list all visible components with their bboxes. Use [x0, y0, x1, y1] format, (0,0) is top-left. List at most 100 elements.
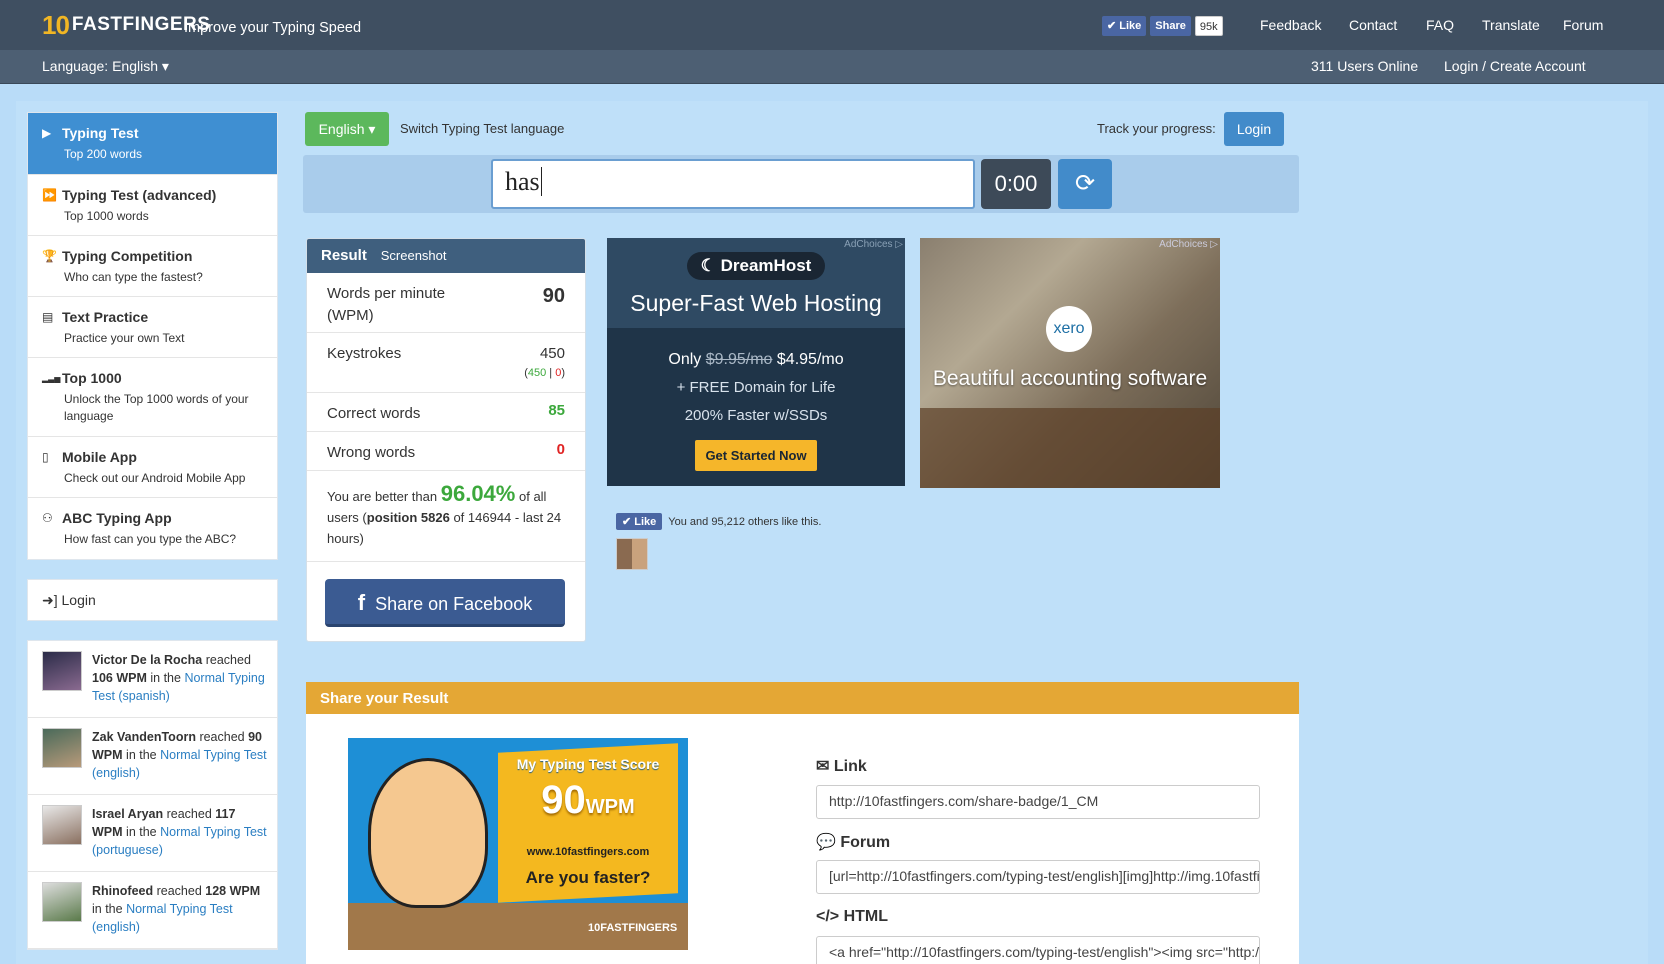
result-tab[interactable]: Result [321, 247, 367, 264]
sidebar-login[interactable]: ➜] Login [27, 579, 278, 621]
feed-wpm: 106 WPM [92, 671, 147, 685]
correct-words-label: Correct words [327, 405, 421, 422]
feed-wpm: 128 WPM [205, 884, 261, 898]
feed-user-name[interactable]: Victor De la Rocha [92, 653, 202, 667]
text-cursor [540, 167, 542, 196]
keystrokes-label: Keystrokes [327, 345, 402, 362]
avatar[interactable] [42, 651, 82, 691]
html-label-text: HTML [843, 908, 889, 925]
xero-ad[interactable]: AdChoices ▷ xero Beautiful accounting so… [920, 238, 1220, 488]
list-item: Rhinofeed reached 128 WPM in the Normal … [28, 872, 277, 949]
nav-feedback[interactable]: Feedback [1260, 17, 1321, 33]
sidebar-menu: ▶ Typing Test Top 200 words ⏩ Typing Test … [27, 112, 278, 560]
users-online: 311 Users Online [1311, 58, 1419, 74]
sidebar-item-abc-typing-app[interactable]: ⚇ ABC Typing App How fast can you type th… [28, 498, 277, 559]
nav-translate[interactable]: Translate [1482, 17, 1540, 33]
avatar[interactable] [42, 882, 82, 922]
sidebar-item-title: Mobile App [62, 449, 137, 465]
nav-faq[interactable]: FAQ [1426, 17, 1454, 33]
dreamhost-old-price: $9.95/mo [705, 351, 773, 368]
position-label: position 5826 [366, 510, 450, 525]
code-icon: </> [816, 908, 840, 925]
feed-in: in the [126, 825, 157, 839]
adchoices-label[interactable]: AdChoices ▷ [844, 239, 903, 250]
sidebar-login-label: Login [61, 592, 96, 608]
fb-share-button[interactable]: Share [1150, 16, 1191, 36]
sidebar-item-subtitle: Practice your own Text [64, 331, 185, 345]
timer-display: 0:00 [981, 159, 1051, 209]
typing-input-row: has 0:00 ⟳ [303, 155, 1299, 213]
switch-language-label: Switch Typing Test language [400, 121, 565, 136]
fb-like-button[interactable]: ✔ Like [616, 513, 663, 530]
language-selector[interactable]: Language: English ▾ [42, 58, 169, 75]
facebook-like-widget: ✔ Like Share 95k [1102, 16, 1223, 36]
trophy-icon: 🏆 [42, 249, 57, 263]
wrong-words-value: 0 [556, 441, 565, 458]
feed-user-name[interactable]: Rhinofeed [92, 884, 153, 898]
ad-background-image [920, 408, 1220, 488]
feed-reached: reached [166, 807, 212, 821]
keystrokes-correct: 450 [527, 367, 547, 379]
typing-input[interactable]: has [491, 159, 975, 209]
sidebar-item-top-1000[interactable]: ▂▃▅ Top 1000 Unlock the Top 1000 words of… [28, 358, 277, 437]
sidebar-item-typing-test[interactable]: ▶ Typing Test Top 200 words [28, 113, 277, 175]
result-panel: Result Screenshot Words per minute (WPM)… [306, 238, 586, 642]
facebook-icon: f [357, 590, 366, 615]
fb-like-button[interactable]: ✔ Like [1102, 16, 1147, 36]
forum-label: 💬 Forum [816, 832, 890, 852]
gamepad-icon: ⚇ [42, 511, 53, 525]
activity-feed: Victor De la Rocha reached 106 WPM in th… [27, 640, 278, 950]
dreamhost-ad[interactable]: AdChoices ▷ ☾ DreamHost Super-Fast Web H… [607, 238, 905, 486]
feed-user-name[interactable]: Zak VandenToorn [92, 730, 196, 744]
login-create-account-link[interactable]: Login / Create Account [1444, 58, 1586, 74]
sidebar-item-subtitle: Top 200 words [64, 147, 143, 161]
sidebar-item-subtitle: Unlock the Top 1000 words of your langua… [64, 392, 249, 423]
dreamhost-new-price: $4.95/mo [776, 351, 844, 368]
feed-user-name[interactable]: Israel Aryan [92, 807, 163, 821]
share-on-facebook-button[interactable]: f Share on Facebook [325, 579, 565, 627]
list-item: Israel Aryan reached 117 WPM in the Norm… [28, 795, 277, 872]
forum-field[interactable]: [url=http://10fastfingers.com/typing-tes… [816, 860, 1260, 894]
feed-reached: reached [205, 653, 251, 667]
screenshot-tab[interactable]: Screenshot [381, 248, 447, 263]
typed-text: has [505, 167, 540, 196]
sidebar-item-typing-test-advanced[interactable]: ⏩ Typing Test (advanced) Top 1000 words [28, 175, 277, 236]
sidebar-item-typing-competition[interactable]: 🏆 Typing Competition Who can type the fas… [28, 236, 277, 297]
avatar[interactable] [42, 805, 82, 845]
sidebar-item-mobile-app[interactable]: ▯ Mobile App Check out our Android Mobile… [28, 437, 277, 498]
facebook-like-row: ✔ Like You and 95,212 others like this. [616, 513, 821, 530]
badge-wpm-value: 90 [541, 778, 586, 822]
sidebar: ▶ Typing Test Top 200 words ⏩ Typing Test … [27, 112, 278, 950]
nav-forum[interactable]: Forum [1563, 17, 1603, 33]
badge-question: Are you faster? [525, 868, 651, 887]
typing-language-dropdown[interactable]: English ▾ [305, 112, 389, 146]
html-field[interactable]: <a href="http://10fastfingers.com/typing… [816, 936, 1260, 964]
link-field[interactable]: http://10fastfingers.com/share-badge/1_C… [816, 785, 1260, 819]
ranking-text: You are better than 96.04% of all users … [307, 471, 585, 562]
login-button[interactable]: Login [1224, 112, 1284, 146]
reload-icon[interactable]: ⟳ [1058, 159, 1112, 209]
dreamhost-cta-button[interactable]: Get Started Now [695, 440, 817, 471]
adchoices-label[interactable]: AdChoices ▷ [1159, 239, 1218, 250]
fb-like-text: You and 95,212 others like this. [668, 515, 822, 528]
sidebar-item-text-practice[interactable]: ▤ Text Practice Practice your own Text [28, 297, 277, 358]
sidebar-item-title: ABC Typing App [62, 510, 172, 526]
feed-in: in the [150, 671, 181, 685]
top-navbar: 10 FASTFINGERS Improve your Typing Speed… [0, 0, 1664, 50]
share-on-facebook-label: Share on Facebook [375, 594, 533, 614]
keystrokes-value: 450 [539, 345, 565, 362]
fb-like-count: 95k [1194, 16, 1223, 36]
sidebar-item-subtitle: How fast can you type the ABC? [64, 532, 237, 546]
login-icon: ➜] [42, 592, 58, 608]
sidebar-item-subtitle: Check out our Android Mobile App [64, 471, 246, 485]
fast-forward-icon: ⏩ [42, 188, 57, 202]
wrong-words-label: Wrong words [327, 444, 416, 461]
dreamhost-logo: ☾ DreamHost [686, 252, 826, 280]
nav-contact[interactable]: Contact [1349, 17, 1397, 33]
wpm-row: Words per minute (WPM) 90 [307, 273, 585, 333]
xero-logo: xero [1046, 306, 1092, 352]
avatar[interactable] [42, 728, 82, 768]
signal-bars-icon: ▂▃▅ [42, 373, 61, 383]
wpm-label: Words per minute (WPM) [327, 285, 446, 324]
wrong-words-row: Wrong words 0 [307, 432, 585, 471]
